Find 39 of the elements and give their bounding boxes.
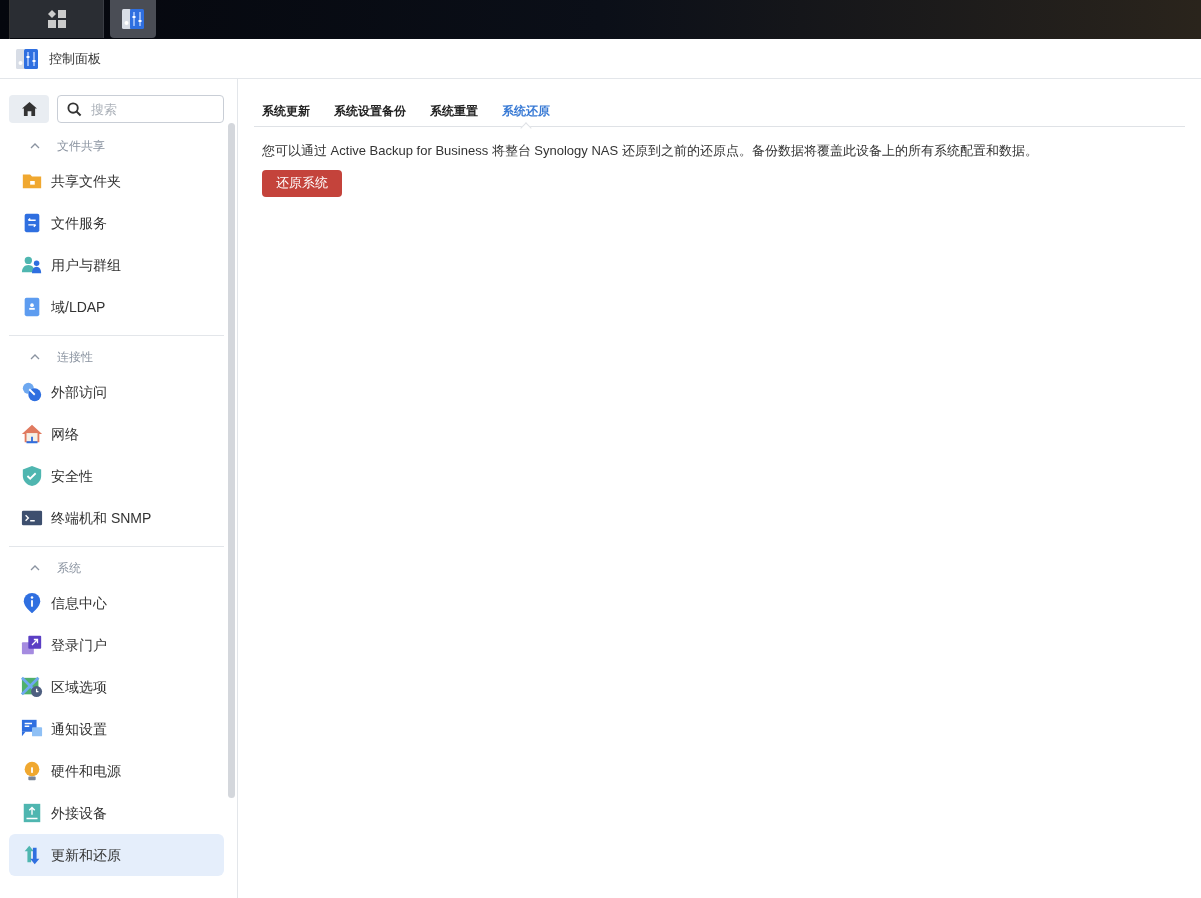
sidebar-item[interactable]: 通知设置: [9, 708, 224, 750]
link-icon: [21, 381, 43, 403]
restore-system-button[interactable]: 还原系统: [262, 169, 342, 197]
sidebar-item[interactable]: 网络: [9, 413, 224, 455]
sidebar-item[interactable]: 信息中心: [9, 582, 224, 624]
description-text: 您可以通过 Active Backup for Business 将整台 Synology NAS 还原到之前的还原点。备份数据将覆盖此设备上的所有系统配置和数据。: [262, 142, 1039, 160]
sidebar-item[interactable]: 共享文件夹: [9, 160, 224, 202]
house-icon: [21, 423, 43, 445]
sidebar-item[interactable]: 更新和还原: [9, 834, 224, 876]
sidebar-item[interactable]: 硬件和电源: [9, 750, 224, 792]
grid-icon: [46, 9, 67, 29]
tab[interactable]: 系统设置备份: [334, 95, 406, 127]
shield-check-icon: [21, 465, 43, 487]
sidebar-item[interactable]: 文件服务: [9, 202, 224, 244]
control-panel-taskbar-button[interactable]: [110, 0, 156, 38]
tab[interactable]: 系统还原: [502, 95, 550, 127]
tab[interactable]: 系统更新: [262, 95, 310, 127]
window-title: 控制面板: [49, 49, 101, 68]
sidebar-item[interactable]: 用户与群组: [9, 244, 224, 286]
sidebar-item[interactable]: 区域选项: [9, 666, 224, 708]
tab[interactable]: 系统重置: [430, 95, 478, 127]
control-panel-icon: [121, 7, 145, 31]
map-clock-icon: [21, 676, 43, 698]
upload-tray-icon: [21, 802, 43, 824]
sidebar-item[interactable]: 外接设备: [9, 792, 224, 834]
control-panel-icon: [15, 46, 39, 71]
search-icon: [67, 102, 82, 117]
home-button[interactable]: [9, 95, 49, 123]
main-menu-button[interactable]: [10, 0, 104, 38]
home-icon: [21, 102, 37, 116]
sidebar-item[interactable]: 域/LDAP: [9, 286, 224, 328]
users-icon: [21, 254, 43, 276]
sidebar-item[interactable]: 登录门户: [9, 624, 224, 666]
info-pin-icon: [21, 592, 43, 614]
sidebar-item[interactable]: 外部访问: [9, 371, 224, 413]
portal-arrow-icon: [21, 634, 43, 656]
sidebar-item[interactable]: 终端机和 SNMP: [9, 497, 224, 539]
search-field[interactable]: 搜索: [57, 95, 224, 123]
sidebar-item[interactable]: 安全性: [9, 455, 224, 497]
